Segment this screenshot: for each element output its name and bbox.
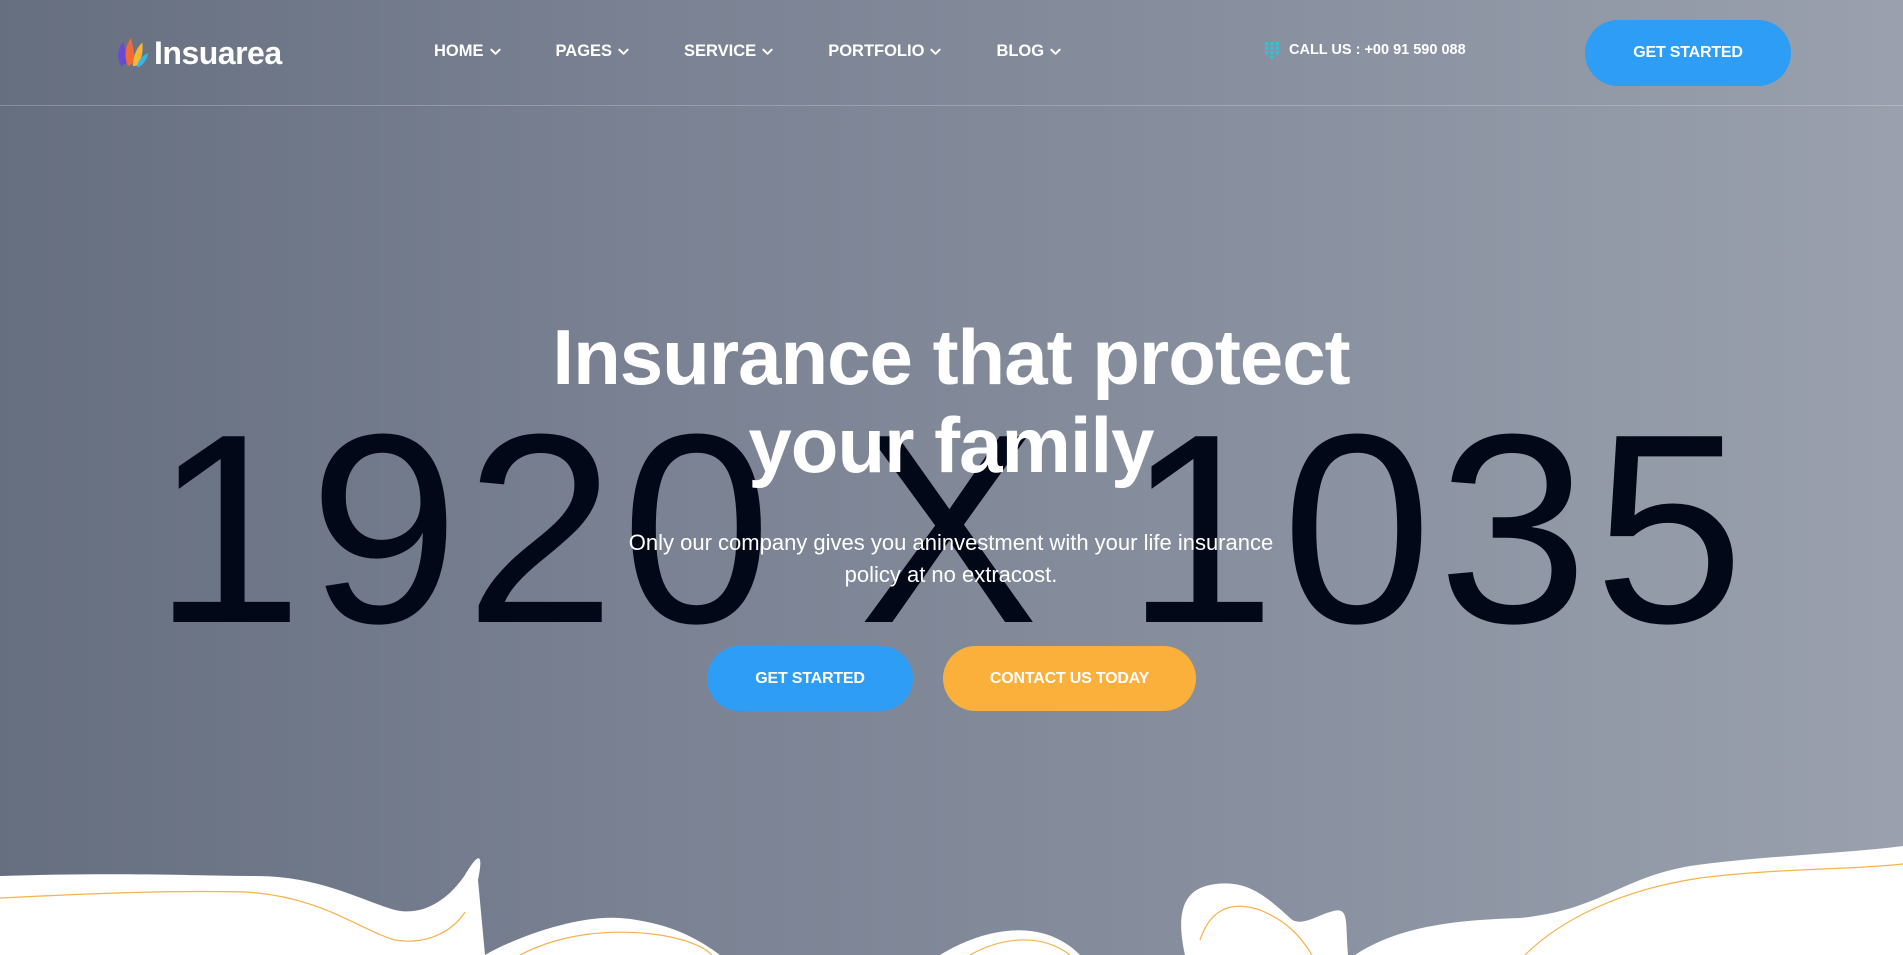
hero-subtitle-line1: Only our company gives you aninvestment … xyxy=(628,530,1274,555)
nav-item-portfolio[interactable]: PORTFOLIO xyxy=(828,42,942,61)
hero-get-started-button[interactable]: GET STARTED xyxy=(707,646,913,711)
nav-item-label: PORTFOLIO xyxy=(828,42,925,60)
brand-logo[interactable]: Insuarea xyxy=(112,34,282,72)
nav-item-label: SERVICE xyxy=(684,42,757,60)
chevron-down-icon xyxy=(618,48,629,55)
call-us-link[interactable]: CALL US : +00 91 590 088 xyxy=(1264,41,1466,59)
header-get-started-button[interactable]: GET STARTED xyxy=(1585,20,1791,86)
site-header: Insuarea HOME PAGES SERVICE PORTFOLIO BL… xyxy=(0,0,1903,106)
chevron-down-icon xyxy=(489,48,501,55)
hero-title-line1: Insurance that protect xyxy=(552,313,1350,401)
nav-item-service[interactable]: SERVICE xyxy=(684,42,773,61)
bottom-wave-decoration xyxy=(0,846,1903,955)
contact-us-button[interactable]: CONTACT US TODAY xyxy=(943,646,1196,711)
chevron-down-icon xyxy=(762,48,773,55)
hero-subtitle: Only our company gives you aninvestment … xyxy=(601,527,1301,591)
brand-name: Insuarea xyxy=(154,34,282,71)
hero-title-line2: your family xyxy=(748,401,1154,489)
hero-subtitle-line2: policy at no extracost. xyxy=(844,562,1058,587)
nav-item-label: HOME xyxy=(434,42,484,60)
flame-leaf-logo-icon xyxy=(118,37,149,68)
chevron-down-icon xyxy=(930,48,942,55)
main-nav: HOME PAGES SERVICE PORTFOLIO BLOG xyxy=(434,42,1061,61)
hero-title: Insurance that protect your family xyxy=(451,313,1451,489)
nav-item-home[interactable]: HOME xyxy=(434,42,501,61)
nav-item-blog[interactable]: BLOG xyxy=(996,42,1061,61)
chevron-down-icon xyxy=(1050,48,1061,55)
nav-item-label: BLOG xyxy=(996,42,1045,60)
nav-item-pages[interactable]: PAGES xyxy=(556,42,630,61)
nav-item-label: PAGES xyxy=(555,42,613,60)
phone-keypad-icon xyxy=(1265,42,1279,59)
call-us-label: CALL US : +00 91 590 088 xyxy=(1289,42,1466,58)
